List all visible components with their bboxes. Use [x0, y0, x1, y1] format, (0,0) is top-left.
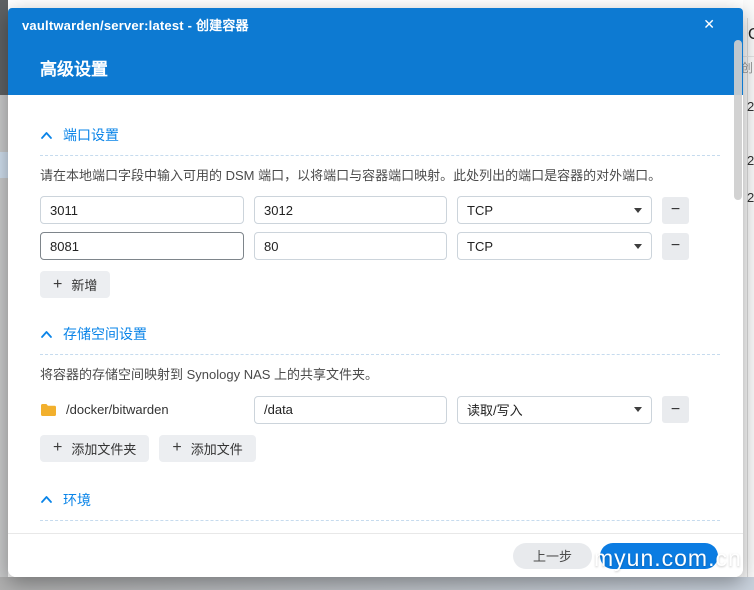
section-title: 存储空间设置 — [63, 324, 147, 344]
port-mapping-row: TCP − — [40, 196, 720, 224]
chevron-up-icon — [40, 495, 53, 504]
add-port-button[interactable]: + 新增 — [40, 271, 110, 298]
remove-port-row-button[interactable]: − — [662, 197, 689, 224]
page-title: 高级设置 — [40, 55, 108, 80]
add-folder-button[interactable]: + 添加文件夹 — [40, 435, 149, 462]
port-mapping-row: TCP − — [40, 232, 720, 260]
caret-down-icon — [634, 244, 642, 249]
section-title: 端口设置 — [63, 125, 119, 145]
protocol-select[interactable]: TCP — [457, 196, 652, 224]
background-partial-text: C — [748, 26, 754, 44]
protocol-value: TCP — [467, 203, 493, 218]
dialog-title: vaultwarden/server:latest - 创建容器 — [22, 15, 249, 34]
plus-icon: + — [53, 277, 62, 293]
section-divider — [40, 354, 720, 355]
dialog-footer: 上一步 — [8, 533, 743, 577]
container-port-input[interactable] — [254, 196, 447, 224]
background-row-value: 2 — [747, 190, 754, 205]
desktop-edge-dark — [0, 0, 8, 95]
section-divider — [40, 520, 720, 521]
volume-mapping-row: /docker/bitwarden 读取/写入 − — [40, 396, 720, 424]
background-row-value: 2 — [747, 153, 754, 168]
container-port-input[interactable] — [254, 232, 447, 260]
protocol-value: TCP — [467, 239, 493, 254]
next-button[interactable] — [600, 543, 718, 569]
background-window-sliver: C 创 2 2 2 — [743, 0, 754, 577]
permission-value: 读取/写入 — [467, 400, 523, 419]
section-header-storage[interactable]: 存储空间设置 — [40, 324, 720, 344]
background-row-value: 2 — [747, 99, 754, 114]
dialog-header: 高级设置 — [8, 40, 743, 95]
mount-path-input[interactable] — [254, 396, 447, 424]
close-icon[interactable]: ✕ — [701, 15, 729, 33]
caret-down-icon — [634, 407, 642, 412]
add-folder-label: 添加文件夹 — [71, 439, 136, 458]
dialog-body: 端口设置 请在本地端口字段中输入可用的 DSM 端口，以将端口与容器端口映射。此… — [8, 95, 743, 533]
local-port-input[interactable] — [40, 196, 244, 224]
dialog-titlebar[interactable]: vaultwarden/server:latest - 创建容器 ✕ — [8, 8, 743, 40]
add-file-button[interactable]: + 添加文件 — [159, 435, 255, 462]
section-header-ports[interactable]: 端口设置 — [40, 125, 720, 145]
scrollbar-thumb[interactable] — [734, 40, 742, 200]
section-divider — [40, 155, 720, 156]
chevron-up-icon — [40, 131, 53, 140]
ports-description: 请在本地端口字段中输入可用的 DSM 端口，以将端口与容器端口映射。此处列出的端… — [40, 168, 720, 184]
background-partial-label: 创 — [743, 59, 753, 76]
desktop-bottom-band — [0, 577, 754, 590]
chevron-up-icon — [40, 330, 53, 339]
folder-icon — [40, 403, 57, 417]
remove-volume-row-button[interactable]: − — [662, 396, 689, 423]
section-header-environment[interactable]: 环境 — [40, 490, 720, 510]
section-title: 环境 — [63, 490, 91, 510]
remove-port-row-button[interactable]: − — [662, 233, 689, 260]
background-toolbar-border — [743, 56, 754, 57]
plus-icon: + — [172, 440, 181, 456]
back-button[interactable]: 上一步 — [513, 543, 592, 569]
permission-select[interactable]: 读取/写入 — [457, 396, 652, 424]
storage-buttons-row: + 添加文件夹 + 添加文件 — [40, 424, 720, 462]
shared-folder-path: /docker/bitwarden — [40, 402, 244, 417]
desktop-edge-accent — [0, 152, 8, 178]
protocol-select[interactable]: TCP — [457, 232, 652, 260]
storage-description: 将容器的存储空间映射到 Synology NAS 上的共享文件夹。 — [40, 367, 720, 383]
create-container-dialog: vaultwarden/server:latest - 创建容器 ✕ 高级设置 … — [8, 8, 743, 577]
caret-down-icon — [634, 208, 642, 213]
add-file-label: 添加文件 — [191, 439, 243, 458]
local-port-input[interactable] — [40, 232, 244, 260]
folder-path-label: /docker/bitwarden — [66, 402, 169, 417]
plus-icon: + — [53, 440, 62, 456]
add-port-label: 新增 — [71, 275, 97, 294]
